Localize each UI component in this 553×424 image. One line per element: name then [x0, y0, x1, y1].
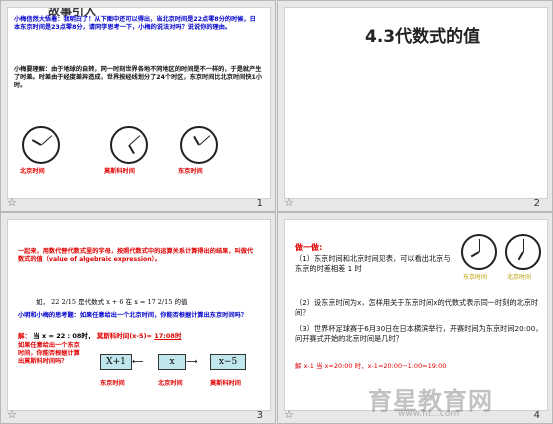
example-a: 22 — [51, 298, 60, 306]
clock-icon — [22, 126, 60, 164]
box-moscow: x−5 — [210, 354, 246, 370]
slide-number: 4 — [533, 410, 540, 421]
example-prefix: 如， — [36, 298, 49, 306]
slide-2: 4.3代数式的值 — [284, 7, 548, 199]
bottom-label-moscow: 莫斯科时间 — [210, 380, 241, 387]
slide-3-intro: 一起来，用数代替代数式里的字母，按照代数式中的运算关系计算得出的结果，叫做代数式… — [18, 248, 254, 264]
answer-text: 当 x = 22 : 08时， — [33, 332, 95, 340]
star-icon[interactable]: ☆ — [284, 408, 294, 421]
example-mid: 是代数式 x + 6 在 x = 17 — [78, 298, 156, 306]
slide-3-example: 如， 22 2/15 是代数式 x + 6 在 x = 17 2/15 的值 — [36, 296, 187, 306]
clock-label-beijing: 北京时间 — [20, 168, 45, 175]
star-icon[interactable]: ☆ — [7, 408, 17, 421]
slide-number: 3 — [256, 410, 263, 421]
slide-4-line-2: （2）设东京时间为x，怎样用关于东京时间x的代数式表示同一时刻的北京时间？ — [295, 298, 539, 317]
slide-1: 故事引入 小梅信然大悟着：我明白了！从下图中还可以得出，当北京时间是22点零8分… — [7, 7, 271, 199]
clock-label-moscow: 莫斯科时间 — [104, 168, 135, 175]
slide-thumbnail-3[interactable]: 一起来，用数代替代数式里的字母，按照代数式中的运算关系计算得出的结果，叫做代数式… — [0, 212, 276, 424]
arrow-right-icon: ⟶ — [186, 357, 198, 366]
slide-number: 2 — [533, 198, 540, 209]
example-a-frac: 2/15 — [61, 298, 77, 306]
clock-icon — [505, 234, 541, 270]
slide-4-line-3: （3）世界杯足球赛于6月30日在日本横滨举行，开赛时间为东京时间20:00，问开… — [295, 324, 543, 343]
clock-label-tokyo: 东京时间 — [178, 168, 203, 175]
answer-label: 解： — [18, 332, 31, 340]
slide-1-body: 小梅要理解：由于地球的自转，同一时刻世界各地不同地区的时间是不一样的，于是就产生… — [14, 66, 263, 90]
watermark-url: www.ht...com — [398, 409, 460, 419]
clock-label-beijing: 北京时间 — [507, 274, 532, 281]
slide-3-answer: 解： 当 x = 22 : 08时， 莫斯科时间(x-5)= 17:08时 — [18, 330, 181, 340]
clock-icon — [461, 234, 497, 270]
slide-4-line-1: （1）东京时间和北京时间见表，可以看出北京与东京的时差相差 1 时 — [295, 254, 451, 273]
slide-3-side-note: 如果任意给出一个东京时间，你能否根据计算出莫斯科时间吗？ — [18, 342, 80, 366]
slide-1-intro: 小梅信然大悟着：我明白了！从下图中还可以得出，当北京时间是22点零8分的时候，日… — [14, 16, 256, 32]
bottom-label-beijing: 北京时间 — [158, 380, 183, 387]
slide-thumbnail-1[interactable]: 故事引入 小梅信然大悟着：我明白了！从下图中还可以得出，当北京时间是22点零8分… — [0, 0, 276, 212]
slide-number: 1 — [256, 198, 263, 209]
answer-text2: 莫斯科时间(x-5)= — [96, 332, 152, 340]
clock-icon — [110, 126, 148, 164]
bottom-label-tokyo: 东京时间 — [100, 380, 125, 387]
slide-4-answer: 解 x-1 当 x=20:00 时，x-1=20:00−1:00=19:00 — [295, 362, 447, 370]
slide-thumbnail-4[interactable]: 做一做: （1）东京时间和北京时间见表，可以看出北京与东京的时差相差 1 时 （… — [277, 212, 553, 424]
clock-label-tokyo: 东京时间 — [463, 274, 488, 281]
star-icon[interactable]: ☆ — [7, 196, 17, 209]
slide-4-heading: 做一做: — [295, 243, 323, 252]
slide-thumbnail-2[interactable]: 4.3代数式的值 ☆ 2 — [277, 0, 553, 212]
star-icon[interactable]: ☆ — [284, 196, 294, 209]
example-suffix: 的值 — [174, 298, 188, 306]
example-b-frac: 2/15 — [157, 298, 173, 306]
arrow-left-icon: ⟵ — [132, 357, 144, 366]
clock-icon — [180, 126, 218, 164]
box-beijing: x — [158, 354, 186, 370]
box-tokyo: X+1 — [100, 354, 132, 370]
answer-value: 17:08时 — [154, 332, 182, 340]
slide-3-note: 小明和小梅的思考题：如果任意给出一个北京时间，你能否根据计算出东京时间吗？ — [18, 312, 247, 319]
slide-2-title: 4.3代数式的值 — [365, 27, 481, 47]
slide-3: 一起来，用数代替代数式里的字母，按照代数式中的运算关系计算得出的结果，叫做代数式… — [7, 219, 271, 411]
